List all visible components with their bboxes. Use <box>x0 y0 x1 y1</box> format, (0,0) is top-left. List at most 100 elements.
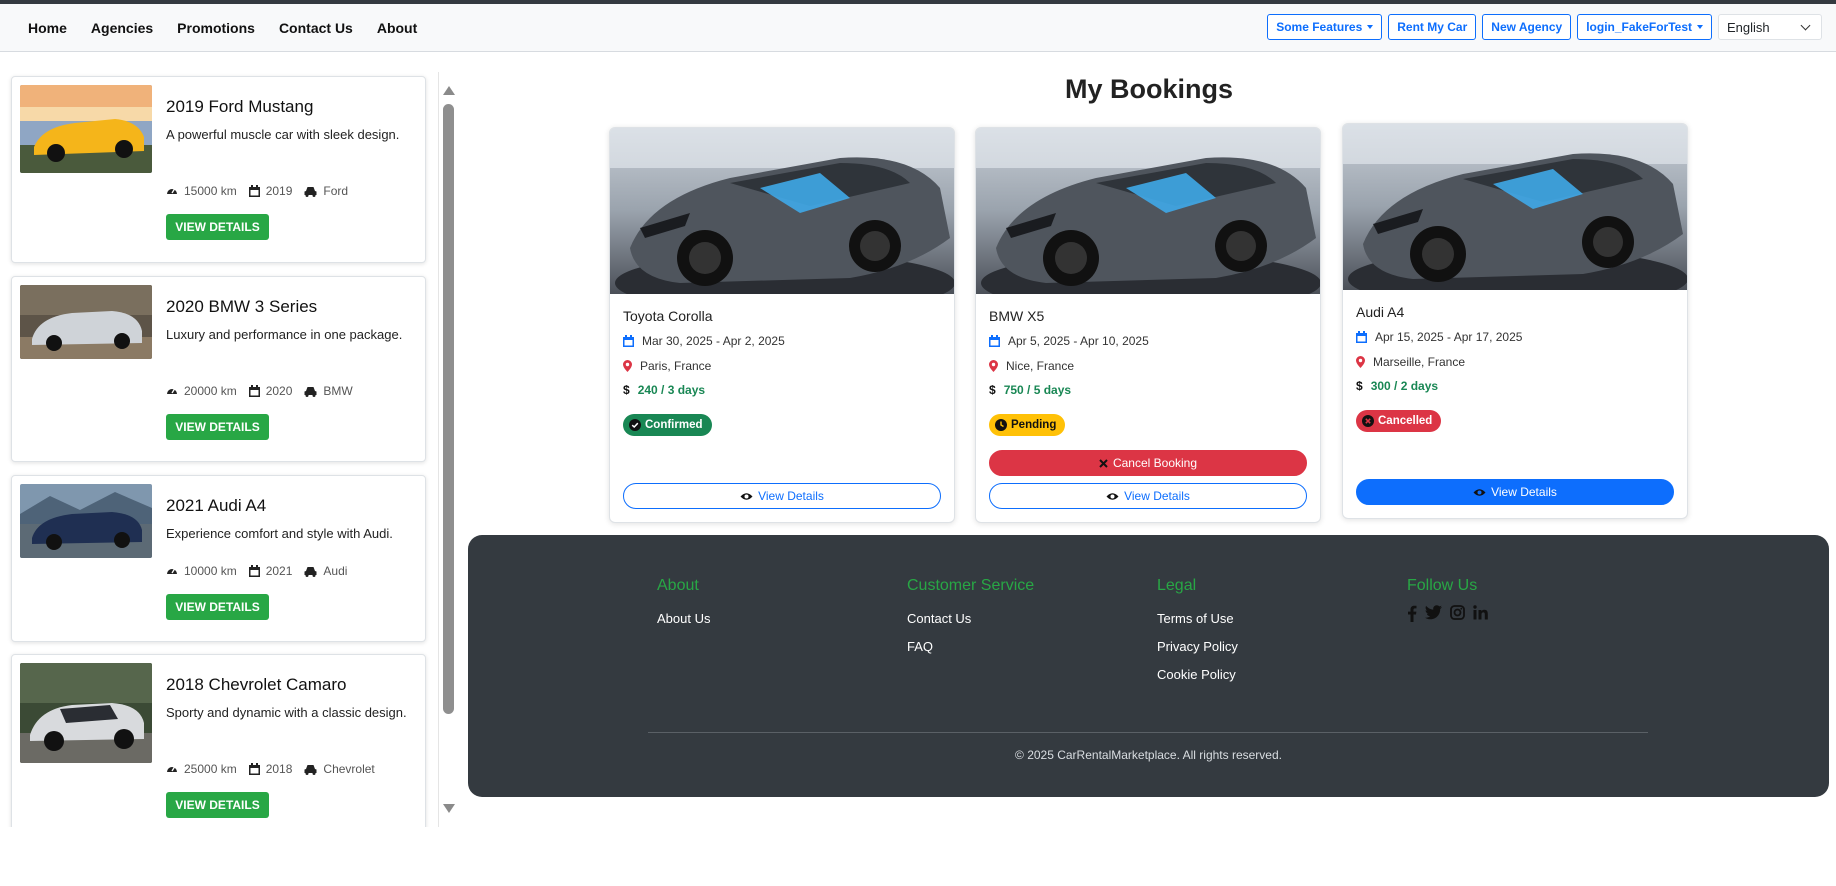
status-text: Confirmed <box>645 419 703 431</box>
sidebar-scrollbar[interactable] <box>438 72 457 827</box>
view-details-label: View Details <box>1124 489 1190 503</box>
rent-my-car-button[interactable]: Rent My Car <box>1388 14 1477 40</box>
car-year: 2020 <box>265 384 293 398</box>
scroll-up-arrow-icon[interactable] <box>443 86 455 95</box>
eye-icon <box>1106 492 1119 500</box>
car-title: 2020 BMW 3 Series <box>166 297 318 316</box>
view-details-label: View Details <box>758 489 824 503</box>
car-km: 20000 km <box>184 384 237 398</box>
car-icon <box>304 186 317 197</box>
car-thumbnail <box>20 285 152 359</box>
calendar-icon <box>248 763 260 775</box>
scrollbar-thumb[interactable] <box>443 104 454 714</box>
view-details-button[interactable]: View Details <box>1356 479 1674 505</box>
car-brand: Audi <box>323 564 348 578</box>
car-brand: Ford <box>323 184 349 198</box>
view-details-label: View Details <box>1491 485 1557 499</box>
view-details-button[interactable]: View Details <box>989 483 1307 509</box>
cancel-booking-label: Cancel Booking <box>1112 456 1198 470</box>
footer-about: About About Us <box>657 577 710 633</box>
booking-price: $ 300 / 2 days <box>1356 379 1438 393</box>
car-icon <box>304 386 317 397</box>
booking-price-text: 750 / 5 days <box>1003 383 1072 397</box>
footer-link-terms[interactable]: Terms of Use <box>1157 605 1238 633</box>
calendar-icon <box>248 565 260 577</box>
footer-customer-service: Customer Service Contact Us FAQ <box>907 577 1034 661</box>
booking-card: BMW X5 Apr 5, 2025 - Apr 10, 2025 Nice, … <box>975 127 1321 523</box>
car-year: 2021 <box>265 564 293 578</box>
car-meta: 15000 km 2019 Ford <box>166 184 354 198</box>
clock-icon <box>995 419 1007 431</box>
car-description: Sporty and dynamic with a classic design… <box>166 705 407 720</box>
speedometer-icon <box>167 568 177 574</box>
twitter-icon[interactable] <box>1425 605 1442 620</box>
map-pin-icon <box>989 360 998 372</box>
dollar-icon: $ <box>1356 379 1363 393</box>
speedometer-icon <box>167 188 177 194</box>
footer-divider <box>648 732 1648 733</box>
booking-dates-text: Apr 15, 2025 - Apr 17, 2025 <box>1375 330 1523 344</box>
calendar-icon <box>1356 331 1367 343</box>
booking-price: $ 750 / 5 days <box>989 383 1071 397</box>
map-pin-icon <box>623 360 632 372</box>
car-card: 2021 Audi A4 Experience comfort and styl… <box>11 475 426 642</box>
booking-location: Marseille, France <box>1356 355 1465 369</box>
eye-icon <box>740 492 753 500</box>
car-title: 2018 Chevrolet Camaro <box>166 675 347 694</box>
car-brand: BMW <box>323 384 353 398</box>
nav-link-about[interactable]: About <box>365 20 429 36</box>
car-description: Experience comfort and style with Audi. <box>166 526 393 541</box>
cancel-booking-button[interactable]: Cancel Booking <box>989 450 1307 476</box>
booking-dates: Apr 5, 2025 - Apr 10, 2025 <box>989 334 1149 348</box>
car-year: 2019 <box>265 184 293 198</box>
close-icon <box>1099 458 1108 468</box>
nav-link-agencies[interactable]: Agencies <box>79 20 165 36</box>
booking-price: $ 240 / 3 days <box>623 383 705 397</box>
footer-legal: Legal Terms of Use Privacy Policy Cookie… <box>1157 577 1238 689</box>
booking-car-name: Toyota Corolla <box>623 308 713 324</box>
booking-car-name: BMW X5 <box>989 308 1045 324</box>
footer-link-privacy[interactable]: Privacy Policy <box>1157 633 1238 661</box>
user-dropdown[interactable]: login_FakeForTest <box>1577 14 1712 40</box>
car-card: 2020 BMW 3 Series Luxury and performance… <box>11 276 426 462</box>
car-image <box>1343 124 1688 290</box>
view-details-button[interactable]: VIEW DETAILS <box>166 214 269 240</box>
car-km: 25000 km <box>184 762 237 776</box>
nav-link-contact-us[interactable]: Contact Us <box>267 20 365 36</box>
rent-my-car-label: Rent My Car <box>1397 20 1468 34</box>
view-details-button[interactable]: VIEW DETAILS <box>166 792 269 818</box>
booking-location-text: Nice, France <box>1006 359 1075 373</box>
booking-dates: Apr 15, 2025 - Apr 17, 2025 <box>1356 330 1522 344</box>
caret-down-icon <box>1367 25 1374 29</box>
x-circle-icon <box>1362 415 1374 427</box>
scroll-down-arrow-icon[interactable] <box>443 804 455 813</box>
view-details-button[interactable]: VIEW DETAILS <box>166 414 269 440</box>
page-title: My Bookings <box>1065 74 1234 104</box>
nav-link-home[interactable]: Home <box>16 20 79 36</box>
footer-link-contact-us[interactable]: Contact Us <box>907 605 1034 633</box>
status-text: Cancelled <box>1378 415 1433 427</box>
booking-card: Audi A4 Apr 15, 2025 - Apr 17, 2025 Mars… <box>1342 123 1688 519</box>
social-icons <box>1407 605 1488 622</box>
view-details-button[interactable]: View Details <box>623 483 941 509</box>
nav-link-promotions[interactable]: Promotions <box>165 20 267 36</box>
booking-location: Paris, France <box>623 359 711 373</box>
facebook-icon[interactable] <box>1407 605 1417 622</box>
footer-link-faq[interactable]: FAQ <box>907 633 1034 661</box>
status-badge: Cancelled <box>1356 410 1442 432</box>
booking-dates: Mar 30, 2025 - Apr 2, 2025 <box>623 334 785 348</box>
car-year: 2018 <box>265 762 293 776</box>
user-label: login_FakeForTest <box>1586 20 1692 34</box>
chevron-down-icon <box>1800 20 1811 30</box>
booking-location-text: Paris, France <box>640 359 712 373</box>
footer-link-cookie[interactable]: Cookie Policy <box>1157 661 1238 689</box>
footer-link-about-us[interactable]: About Us <box>657 605 710 633</box>
new-agency-button[interactable]: New Agency <box>1482 14 1572 40</box>
linkedin-icon[interactable] <box>1473 605 1488 620</box>
instagram-icon[interactable] <box>1450 605 1465 620</box>
view-details-button[interactable]: VIEW DETAILS <box>166 594 269 620</box>
check-circle-icon <box>629 419 641 431</box>
language-select[interactable]: English <box>1718 14 1822 40</box>
some-features-dropdown[interactable]: Some Features <box>1267 14 1383 40</box>
status-badge: Pending <box>989 414 1066 436</box>
